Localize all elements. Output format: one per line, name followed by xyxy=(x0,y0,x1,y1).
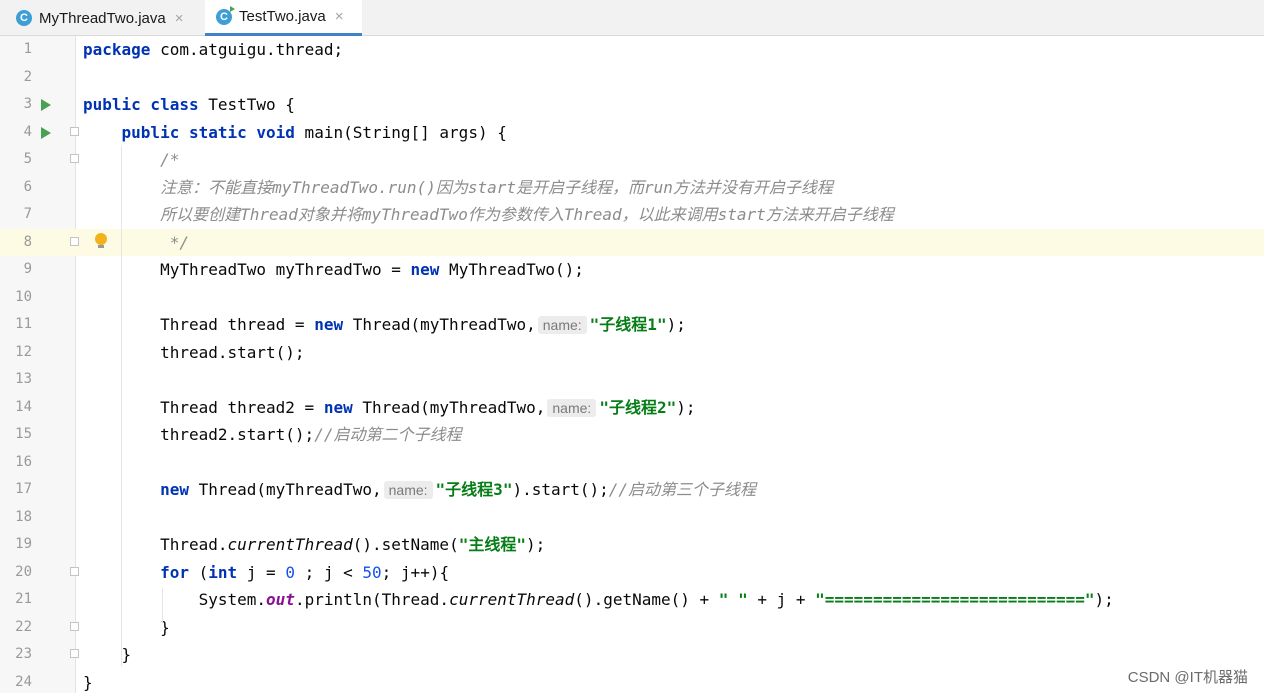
close-tab-icon[interactable]: × xyxy=(175,10,184,27)
line-number[interactable]: 5 xyxy=(0,146,32,174)
code-text[interactable]: } xyxy=(83,669,93,696)
line-number[interactable]: 1 xyxy=(0,36,32,64)
code-text[interactable]: } xyxy=(83,614,170,642)
line-number[interactable]: 6 xyxy=(0,174,32,202)
line-number[interactable]: 18 xyxy=(0,504,32,532)
code-line[interactable]: 18 xyxy=(0,504,1264,532)
code-line[interactable]: 13 xyxy=(0,366,1264,394)
line-number[interactable]: 9 xyxy=(0,256,32,284)
code-text[interactable]: */ xyxy=(83,229,189,257)
code-line[interactable]: 19 Thread.currentThread().setName("主线程")… xyxy=(0,531,1264,559)
code-text[interactable]: /* xyxy=(83,146,179,174)
code-text[interactable]: } xyxy=(83,641,131,669)
code-text[interactable]: thread2.start();//启动第二个子线程 xyxy=(83,421,461,449)
line-number[interactable]: 13 xyxy=(0,366,32,394)
code-line[interactable]: 15 thread2.start();//启动第二个子线程 xyxy=(0,421,1264,449)
code-text[interactable]: public static void main(String[] args) { xyxy=(83,119,507,147)
code-line[interactable]: 17 new Thread(myThreadTwo,name:"子线程3").s… xyxy=(0,476,1264,504)
code-line[interactable]: 10 xyxy=(0,284,1264,312)
code-line[interactable]: 3 public class TestTwo { xyxy=(0,91,1264,119)
code-line[interactable]: 1 package com.atguigu.thread; xyxy=(0,36,1264,64)
line-number[interactable]: 15 xyxy=(0,421,32,449)
line-number[interactable]: 8 xyxy=(0,229,32,257)
editor-tab-bar: C MyThreadTwo.java × C TestTwo.java × xyxy=(0,0,1264,36)
code-text[interactable]: System.out.println(Thread.currentThread(… xyxy=(83,586,1114,614)
code-line[interactable]: 20 for (int j = 0 ; j < 50; j++){ xyxy=(0,559,1264,587)
fold-marker-icon[interactable] xyxy=(70,567,79,576)
tab-label: TestTwo.java xyxy=(239,8,326,25)
line-number[interactable]: 21 xyxy=(0,586,32,614)
code-line[interactable]: 11 Thread thread = new Thread(myThreadTw… xyxy=(0,311,1264,339)
code-line[interactable]: 4 public static void main(String[] args)… xyxy=(0,119,1264,147)
line-number[interactable]: 3 xyxy=(0,91,32,119)
tab-label: MyThreadTwo.java xyxy=(39,10,166,27)
tab-testtwo-java[interactable]: C TestTwo.java × xyxy=(205,0,362,36)
code-line[interactable]: 2 xyxy=(0,64,1264,92)
code-line[interactable]: 22 } xyxy=(0,614,1264,642)
code-text[interactable]: MyThreadTwo myThreadTwo = new MyThreadTw… xyxy=(83,256,584,284)
code-line[interactable]: 9 MyThreadTwo myThreadTwo = new MyThread… xyxy=(0,256,1264,284)
tab-mythreadtwo-java[interactable]: C MyThreadTwo.java × xyxy=(0,0,203,36)
line-number[interactable]: 12 xyxy=(0,339,32,367)
code-line[interactable]: 21 System.out.println(Thread.currentThre… xyxy=(0,586,1264,614)
indent-guide xyxy=(162,588,163,623)
line-number[interactable]: 19 xyxy=(0,531,32,559)
code-line[interactable]: 24} xyxy=(0,669,1264,696)
line-number[interactable]: 10 xyxy=(0,284,32,312)
java-class-icon: C xyxy=(16,10,32,26)
code-text[interactable]: 注意：不能直接myThreadTwo.run()因为start是开启子线程，而r… xyxy=(83,174,833,202)
fold-marker-icon[interactable] xyxy=(70,649,79,658)
line-number[interactable]: 16 xyxy=(0,449,32,477)
code-text[interactable]: 所以要创建Thread对象并将myThreadTwo作为参数传入Thread，以… xyxy=(83,201,894,229)
code-text[interactable]: for (int j = 0 ; j < 50; j++){ xyxy=(83,559,449,587)
line-number[interactable]: 22 xyxy=(0,614,32,642)
watermark: CSDN @IT机器猫 xyxy=(1128,666,1248,687)
fold-marker-icon[interactable] xyxy=(70,622,79,631)
fold-marker-icon[interactable] xyxy=(70,127,79,136)
fold-marker-icon[interactable] xyxy=(70,154,79,163)
code-text[interactable]: Thread thread = new Thread(myThreadTwo,n… xyxy=(83,311,686,340)
line-number[interactable]: 20 xyxy=(0,559,32,587)
code-line[interactable]: 12 thread.start(); xyxy=(0,339,1264,367)
line-number[interactable]: 2 xyxy=(0,64,32,92)
line-number[interactable]: 17 xyxy=(0,476,32,504)
indent-guide xyxy=(121,146,122,666)
line-number[interactable]: 11 xyxy=(0,311,32,339)
code-text[interactable]: new Thread(myThreadTwo,name:"子线程3").star… xyxy=(83,476,756,505)
close-tab-icon[interactable]: × xyxy=(335,8,344,25)
java-runnable-class-icon: C xyxy=(216,9,232,25)
code-text[interactable]: Thread.currentThread().setName("主线程"); xyxy=(83,531,545,559)
run-gutter-icon[interactable] xyxy=(41,99,51,111)
line-number[interactable]: 24 xyxy=(0,669,32,696)
fold-marker-icon[interactable] xyxy=(70,237,79,246)
run-gutter-icon[interactable] xyxy=(41,127,51,139)
code-line[interactable]: 5 /* xyxy=(0,146,1264,174)
line-number[interactable]: 7 xyxy=(0,201,32,229)
code-text[interactable]: public class TestTwo { xyxy=(83,91,295,119)
code-text[interactable]: thread.start(); xyxy=(83,339,305,367)
code-line[interactable]: 7 所以要创建Thread对象并将myThreadTwo作为参数传入Thread… xyxy=(0,201,1264,229)
code-line[interactable]: 14 Thread thread2 = new Thread(myThreadT… xyxy=(0,394,1264,422)
code-line[interactable]: 6 注意：不能直接myThreadTwo.run()因为start是开启子线程，… xyxy=(0,174,1264,202)
code-text[interactable]: Thread thread2 = new Thread(myThreadTwo,… xyxy=(83,394,695,423)
code-line[interactable]: 8 */ xyxy=(0,229,1264,257)
line-number[interactable]: 14 xyxy=(0,394,32,422)
code-line[interactable]: 23 } xyxy=(0,641,1264,669)
code-line[interactable]: 16 xyxy=(0,449,1264,477)
line-number[interactable]: 4 xyxy=(0,119,32,147)
code-text[interactable]: package com.atguigu.thread; xyxy=(83,36,343,64)
line-number[interactable]: 23 xyxy=(0,641,32,669)
